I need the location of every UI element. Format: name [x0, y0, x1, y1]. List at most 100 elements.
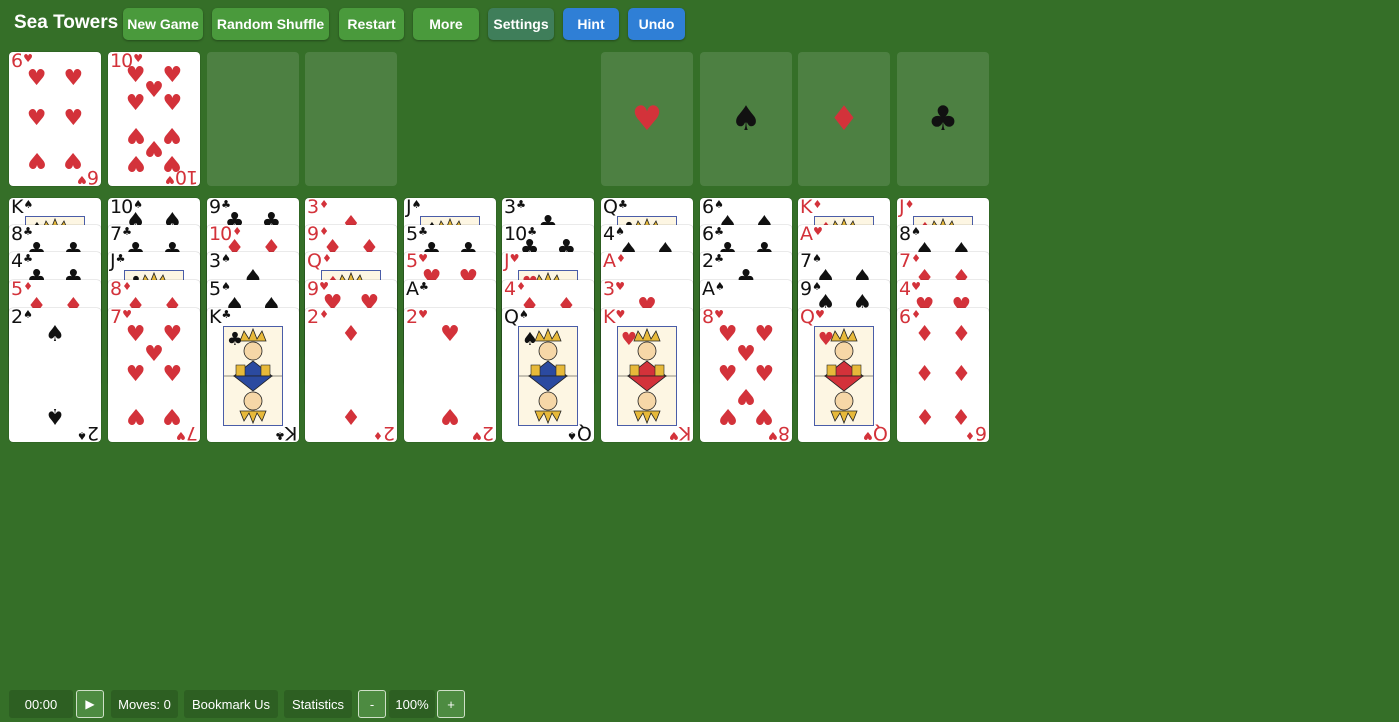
playing-card[interactable]: 10 ♥ 10 ♥ ♥ ♥ ♥ ♥ ♥ ♥ ♥ ♥ ♥ ♥ [108, 52, 200, 186]
zoom-level: 100% [389, 690, 435, 718]
free-cell-slot[interactable] [207, 52, 299, 186]
spades-suit-icon: ♠ [715, 280, 725, 293]
card-rank: 8 [702, 308, 714, 328]
card-rank: 5 [406, 252, 418, 272]
playing-card[interactable]: K ♥ K ♥ ♥ [601, 308, 693, 442]
zoom-in-button[interactable]: + [437, 690, 465, 718]
hearts-suit-icon: ♥ [863, 429, 874, 442]
foundation-diamonds[interactable]: ♦ [798, 52, 890, 186]
hearts-pip-icon: ♥ [144, 77, 164, 103]
clubs-pip-icon: ♣ [226, 329, 244, 350]
clubs-icon: ♣ [927, 99, 959, 139]
clubs-suit-icon: ♣ [419, 280, 429, 293]
card-rank: K [11, 198, 24, 218]
card-rank: 2 [307, 308, 319, 328]
hearts-suit-icon: ♥ [911, 280, 921, 293]
hearts-pip-icon: ♥ [125, 91, 146, 117]
bookmark-button[interactable]: Bookmark Us [184, 690, 278, 718]
random-shuffle-button[interactable]: Random Shuffle [212, 8, 329, 40]
playing-card[interactable]: K ♣ K ♣ ♣ [207, 308, 299, 442]
card-corner-index-inverted: 2 ♥ [472, 422, 494, 442]
foundation-hearts[interactable]: ♥ [601, 52, 693, 186]
diamonds-icon: ♦ [828, 99, 860, 139]
hint-button[interactable]: Hint [563, 8, 619, 40]
hearts-suit-icon: ♥ [814, 308, 825, 321]
card-corner-index: J ♠ [406, 198, 421, 217]
hearts-pip-icon: ♥ [162, 63, 183, 89]
card-rank: Q [874, 422, 888, 442]
card-rank: K [285, 422, 297, 442]
hearts-pip-icon: ♥ [162, 149, 183, 175]
clubs-suit-icon: ♣ [221, 308, 232, 321]
hearts-suit-icon: ♥ [77, 173, 87, 186]
hearts-pip-icon: ♥ [717, 362, 738, 387]
card-rank: Q [504, 308, 519, 328]
foundation-clubs[interactable]: ♣ [897, 52, 989, 186]
playing-card[interactable]: 8 ♥ 8 ♥ ♥ ♥ ♥ ♥ ♥ ♥ ♥ ♥ [700, 308, 792, 442]
hearts-suit-icon: ♥ [176, 429, 186, 442]
hearts-pip-icon: ♥ [440, 403, 460, 429]
playing-card[interactable]: 7 ♥ 7 ♥ ♥ ♥ ♥ ♥ ♥ ♥ ♥ [108, 308, 200, 442]
playing-card[interactable]: Q ♥ Q ♥ ♥ [798, 308, 890, 442]
play-icon: ▶ [85, 697, 95, 711]
card-rank: 5 [209, 280, 221, 300]
clubs-suit-icon: ♣ [714, 252, 724, 265]
hearts-suit-icon: ♥ [714, 308, 724, 321]
settings-button[interactable]: Settings [488, 8, 554, 40]
card-corner-index: A ♦ [603, 252, 626, 271]
playing-card[interactable]: 2 ♠ 2 ♠ ♠ ♠ [9, 308, 101, 442]
clubs-suit-icon: ♣ [418, 225, 428, 238]
hearts-suit-icon: ♥ [122, 308, 132, 321]
hearts-pip-icon: ♥ [717, 321, 738, 347]
restart-button[interactable]: Restart [339, 8, 404, 40]
spades-icon: ♠ [730, 99, 762, 139]
diamonds-pip-icon: ♦ [914, 403, 935, 429]
playing-card[interactable]: Q ♠ Q ♠ ♠ [502, 308, 594, 442]
diamonds-suit-icon: ♦ [122, 280, 132, 293]
card-rank: A [800, 225, 813, 245]
card-rank: 8 [110, 280, 122, 300]
card-rank: 6 [11, 52, 23, 72]
hearts-suit-icon: ♥ [768, 429, 778, 442]
hearts-pip-icon: ♥ [144, 341, 164, 367]
hearts-suit-icon: ♥ [472, 429, 482, 442]
playing-card[interactable]: 2 ♦ 2 ♦ ♦ ♦ [305, 308, 397, 442]
hearts-suit-icon: ♥ [418, 308, 428, 321]
card-rank: 2 [702, 252, 714, 272]
spades-suit-icon: ♠ [23, 308, 33, 321]
foundation-spades[interactable]: ♠ [700, 52, 792, 186]
card-corner-index: J ♥ [504, 252, 519, 271]
statistics-button[interactable]: Statistics [284, 690, 352, 718]
hearts-pip-icon: ♥ [620, 329, 638, 350]
hearts-pip-icon: ♥ [162, 403, 183, 429]
card-corner-index: K ♦ [800, 198, 822, 217]
free-cell-slot[interactable] [305, 52, 397, 186]
undo-button[interactable]: Undo [628, 8, 685, 40]
card-rank: 6 [702, 198, 714, 218]
playing-card[interactable]: 6 ♥ 6 ♥ ♥ ♥ ♥ ♥ ♥ ♥ [9, 52, 101, 186]
hearts-pip-icon: ♥ [817, 329, 835, 350]
diamonds-suit-icon: ♦ [904, 198, 915, 211]
play-pause-button[interactable]: ▶ [76, 690, 104, 718]
playing-card[interactable]: 2 ♥ 2 ♥ ♥ ♥ [404, 308, 496, 442]
card-rank: 3 [307, 198, 319, 218]
diamonds-suit-icon: ♦ [319, 308, 329, 321]
zoom-out-button[interactable]: - [358, 690, 386, 718]
hearts-pip-icon: ♥ [125, 362, 146, 387]
diamonds-pip-icon: ♦ [951, 403, 972, 429]
hearts-suit-icon: ♥ [615, 280, 625, 293]
spades-pip-icon: ♠ [521, 329, 539, 350]
hearts-pip-icon: ♥ [63, 147, 84, 173]
clubs-suit-icon: ♣ [617, 198, 628, 211]
hearts-pip-icon: ♥ [736, 383, 756, 409]
card-rank: 2 [482, 422, 494, 442]
new-game-button[interactable]: New Game [123, 8, 203, 40]
hearts-pip-icon: ♥ [754, 403, 775, 429]
more-button[interactable]: More [413, 8, 479, 40]
playing-card[interactable]: 6 ♦ 6 ♦ ♦ ♦ ♦ ♦ ♦ ♦ [897, 308, 989, 442]
card-rank: Q [578, 422, 592, 442]
spades-pip-icon: ♠ [45, 403, 65, 429]
diamonds-pip-icon: ♦ [914, 321, 935, 347]
card-rank: J [899, 198, 905, 218]
card-rank: 6 [702, 225, 714, 245]
